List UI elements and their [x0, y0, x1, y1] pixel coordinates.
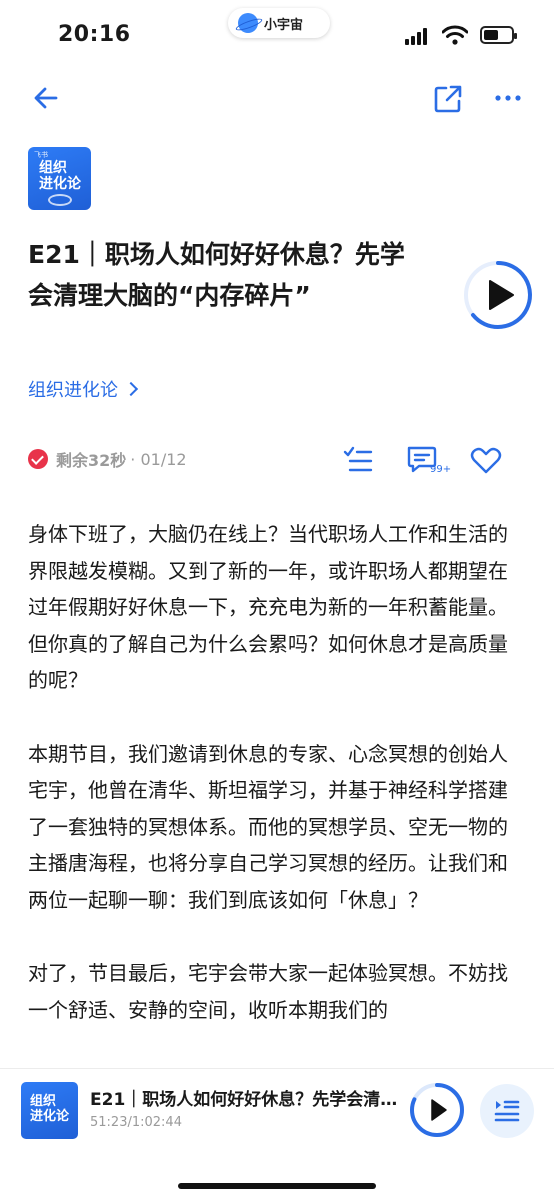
channel-link[interactable]: 组织进化论 [28, 376, 139, 402]
share-external-icon[interactable] [433, 84, 463, 114]
cover-tag: 飞书 [34, 151, 48, 159]
cover-title-line2: 进化论 [39, 176, 81, 192]
planet-logo-icon [238, 13, 258, 33]
player-cover: 组织 进化论 [21, 1082, 78, 1139]
paragraph: 本期节目，我们邀请到休息的专家、心念冥想的创始人宅宇，他曾在清华、斯坦福学习，并… [28, 741, 508, 912]
player-title: E21｜职场人如何好好休息？先学会清理大脑的“内存碎片” [90, 1090, 400, 1110]
paragraph: 身体下班了，大脑仍在线上？当代职场人工作和生活的界限越发模糊。又到了新的一年，或… [28, 522, 508, 692]
comment-count-badge: 99+ [430, 464, 451, 475]
playlist-queue-icon [494, 1100, 520, 1122]
more-dots-icon[interactable] [494, 86, 522, 110]
paragraph: 对了，节目最后，宅宇会带大家一起体验冥想。不妨找一个舒适、安静的空间，收听本期我… [28, 961, 508, 1022]
mini-play-button[interactable] [409, 1082, 465, 1138]
player-cover-line1: 组织 [30, 1094, 57, 1109]
episode-meta: 剩余32秒 · 01/12 [28, 447, 187, 471]
like-heart-icon[interactable] [470, 446, 502, 474]
cover-decoration-icon [48, 194, 72, 206]
app-pill[interactable]: 小宇宙 [228, 8, 330, 38]
mini-player[interactable]: 组织 进化论 E21｜职场人如何好好休息？先学会清理大脑的“内存碎片” 51:2… [0, 1068, 554, 1200]
episode-title: E21｜职场人如何好好休息？先学会清理大脑的“内存碎片” [28, 240, 405, 310]
player-time: 51:23/1:02:44 [90, 1115, 182, 1130]
player-cover-line2: 进化论 [30, 1109, 70, 1124]
playlist-queue-button[interactable] [480, 1084, 534, 1138]
show-notes: 身体下班了，大脑仍在线上？当代职场人工作和生活的界限越发模糊。又到了新的一年，或… [28, 516, 524, 1065]
channel-name: 组织进化论 [28, 380, 118, 401]
app-name: 小宇宙 [264, 17, 304, 33]
chevron-right-icon [123, 381, 139, 397]
add-to-list-icon[interactable] [342, 444, 374, 476]
play-button[interactable] [463, 260, 533, 330]
battery-icon [480, 26, 517, 44]
remaining-time: 剩余32秒 [56, 451, 127, 470]
cover-title-line1: 组织 [39, 160, 67, 176]
played-check-icon [28, 449, 48, 469]
wifi-icon [442, 25, 468, 45]
publish-date: · 01/12 [130, 449, 187, 469]
podcast-cover[interactable]: 飞书 组织 进化论 [28, 147, 91, 210]
comment-icon[interactable]: 99+ [405, 444, 453, 476]
status-bar: 20:16 小宇宙 [0, 0, 554, 70]
home-indicator [178, 1183, 376, 1189]
status-time: 20:16 [58, 22, 131, 47]
cellular-signal-icon [405, 28, 427, 45]
back-arrow-icon[interactable] [32, 84, 60, 112]
